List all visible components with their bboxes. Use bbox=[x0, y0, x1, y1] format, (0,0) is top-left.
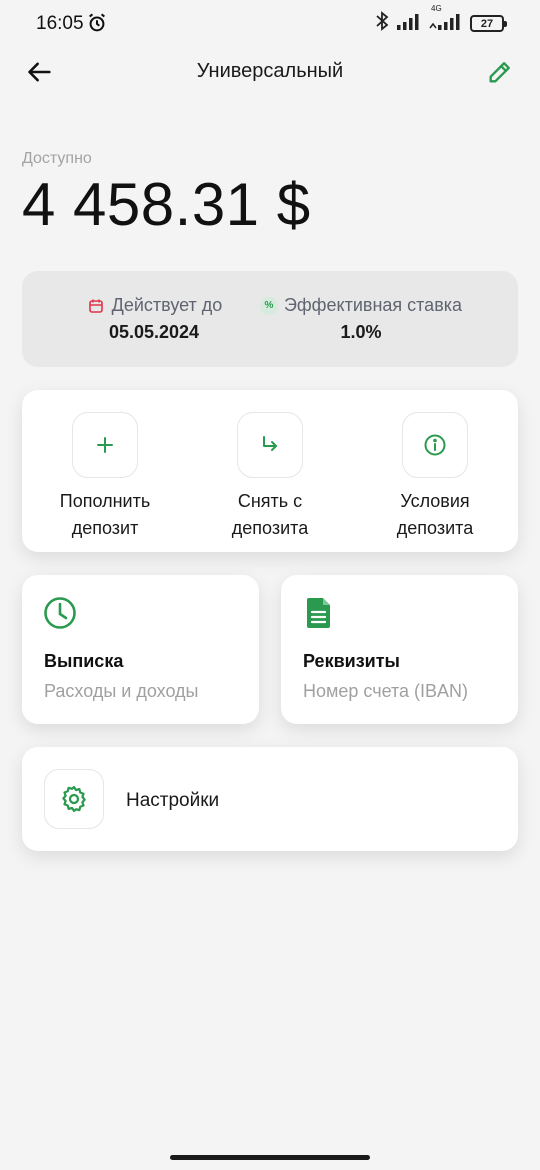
status-time: 16:05 bbox=[36, 13, 84, 34]
battery-level: 27 bbox=[480, 17, 494, 30]
info-icon bbox=[402, 412, 468, 478]
terms-label: Условия депозита bbox=[360, 488, 510, 542]
valid-until-value: 05.05.2024 bbox=[108, 322, 200, 342]
status-icons: 4G 27 bbox=[375, 4, 507, 36]
document-icon bbox=[301, 595, 337, 636]
requisites-title: Реквизиты bbox=[303, 651, 400, 671]
status-bar: 16:05 4G 27 bbox=[0, 0, 540, 46]
statement-subtitle: Расходы и доходы bbox=[44, 681, 199, 701]
withdraw-deposit-button[interactable]: Снять с депозита bbox=[195, 412, 345, 542]
home-indicator[interactable] bbox=[170, 1155, 370, 1160]
top-app-bar: Универсальный bbox=[0, 46, 540, 96]
withdraw-label: Снять с депозита bbox=[195, 488, 345, 542]
deposit-info-panel: Действует до 05.05.2024 % Эффективная ст… bbox=[22, 271, 518, 367]
terms-label-line2: депозита bbox=[396, 518, 474, 538]
balance-amount: 4 458.31 $ bbox=[22, 171, 311, 238]
plus-icon bbox=[72, 412, 138, 478]
withdraw-label-line1: Снять с bbox=[237, 491, 303, 511]
battery-icon: 27 bbox=[470, 15, 507, 32]
effective-rate-block: % Эффективная ставка 1.0% bbox=[246, 295, 476, 343]
deposit-actions-card: Пополнить депозит Снять с депозита Услов… bbox=[22, 390, 518, 552]
terms-label-line1: Условия bbox=[400, 491, 470, 511]
requisites-subtitle: Номер счета (IBAN) bbox=[303, 681, 469, 701]
calendar-icon bbox=[86, 296, 106, 316]
valid-until-block: Действует до 05.05.2024 bbox=[74, 295, 234, 343]
network-label: 4G bbox=[431, 4, 442, 13]
edit-button[interactable] bbox=[484, 56, 516, 88]
statement-title: Выписка bbox=[44, 651, 124, 671]
effective-rate-value: 1.0% bbox=[340, 322, 382, 342]
top-up-deposit-button[interactable]: Пополнить депозит bbox=[30, 412, 180, 542]
effective-rate-label: Эффективная ставка bbox=[283, 295, 463, 315]
requisites-tile[interactable]: Реквизиты Номер счета (IBAN) bbox=[281, 575, 518, 724]
gear-icon bbox=[44, 769, 104, 829]
settings-row[interactable]: Настройки bbox=[22, 747, 518, 851]
top-up-label-line2: депозит bbox=[71, 518, 139, 538]
alarm-icon bbox=[86, 12, 108, 39]
available-label: Доступно bbox=[22, 150, 92, 167]
pencil-icon bbox=[489, 62, 510, 83]
page-title: Универсальный bbox=[196, 60, 344, 82]
withdraw-label-line2: депозита bbox=[231, 518, 309, 538]
top-up-label: Пополнить депозит bbox=[30, 488, 180, 542]
bluetooth-icon bbox=[375, 11, 389, 36]
settings-label: Настройки bbox=[126, 790, 220, 811]
signal-4g-icon: 4G bbox=[429, 4, 463, 35]
top-up-label-line1: Пополнить bbox=[59, 491, 151, 511]
withdraw-arrow-icon bbox=[237, 412, 303, 478]
signal-icon bbox=[396, 12, 422, 35]
statement-tile[interactable]: Выписка Расходы и доходы bbox=[22, 575, 259, 724]
valid-until-label: Действует до bbox=[111, 295, 223, 315]
deposit-terms-button[interactable]: Условия депозита bbox=[360, 412, 510, 542]
percent-icon: % bbox=[259, 296, 278, 315]
clock-icon bbox=[42, 595, 78, 636]
